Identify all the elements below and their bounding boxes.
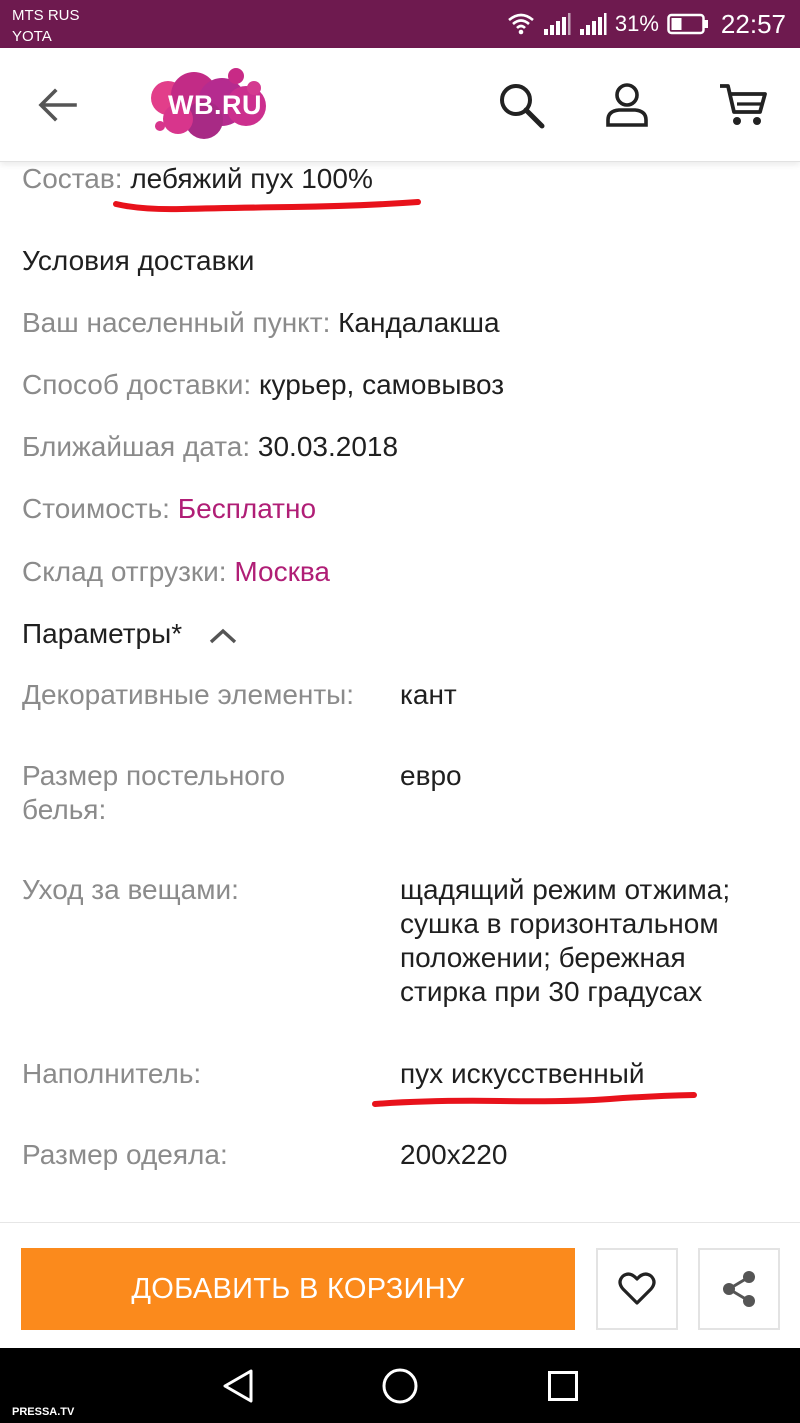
wb-logo[interactable]: WB.RU	[146, 68, 272, 144]
carrier-name-2: YOTA	[12, 28, 52, 45]
red-underline-annotation	[372, 1092, 697, 1107]
delivery-row-label: Способ доставки:	[22, 369, 252, 400]
cart-icon	[720, 84, 767, 125]
delivery-row-value: 30.03.2018	[257, 431, 399, 462]
delivery-row: Способ доставки: курьер, самовывоз	[22, 368, 504, 402]
composition-row: Состав: лебяжий пух 100%	[22, 162, 373, 196]
delivery-title: Условия доставки	[22, 245, 255, 276]
user-icon	[606, 83, 648, 127]
search-icon	[500, 84, 545, 129]
carrier-name-1: MTS RUS	[12, 7, 80, 24]
cart-button[interactable]	[716, 78, 770, 132]
delivery-row-value: курьер, самовывоз	[258, 369, 505, 400]
share-icon	[723, 1271, 755, 1307]
signal-icon	[579, 13, 607, 35]
logo-text: WB.RU	[168, 90, 262, 120]
delivery-row: Склад отгрузки: Москва	[22, 555, 330, 589]
share-button[interactable]	[698, 1248, 780, 1330]
wifi-icon	[508, 13, 534, 35]
params-title: Параметры*	[22, 618, 183, 649]
param-value: 200x220	[400, 1139, 508, 1170]
signal-icon	[543, 13, 571, 35]
nav-back-button[interactable]	[216, 1364, 260, 1408]
delivery-row: Ближайшая дата: 30.03.2018	[22, 430, 398, 464]
delivery-row: Стоимость: Бесплатно	[22, 492, 316, 526]
profile-button[interactable]	[600, 78, 654, 132]
nav-home-button[interactable]	[378, 1364, 422, 1408]
param-label: Наполнитель:	[22, 1058, 202, 1089]
back-button[interactable]	[30, 78, 84, 132]
delivery-row-value: Кандалакша	[338, 307, 500, 338]
params-toggle[interactable]: Параметры*	[22, 617, 238, 651]
delivery-row: Ваш населенный пункт: Кандалакша	[22, 306, 500, 340]
favorite-button[interactable]	[596, 1248, 678, 1330]
chevron-up-icon	[209, 628, 237, 643]
clock: 22:57	[720, 8, 786, 39]
product-page: MTS RUS YOTA 31% 22:57 WB.RU Состав: леб…	[0, 0, 800, 1423]
action-bar: ДОБАВИТЬ В КОРЗИНУ	[0, 1222, 800, 1348]
param-label: Размер постельного белья:	[22, 760, 286, 825]
param-value: пух искусственный	[400, 1058, 645, 1089]
battery-percent: 31%	[614, 11, 659, 36]
product-details: Состав: лебяжий пух 100% Условия доставк…	[0, 162, 800, 1222]
status-icons: 31% 22:57	[507, 8, 786, 40]
heart-icon	[618, 1272, 656, 1305]
search-button[interactable]	[494, 78, 548, 132]
system-nav-bar: PRESSA.TV	[0, 1348, 800, 1423]
warehouse-link[interactable]: Москва	[234, 556, 330, 587]
delivery-row-label: Стоимость:	[22, 493, 170, 524]
param-value: кант	[400, 679, 457, 710]
delivery-row-label: Ваш населенный пункт:	[22, 307, 331, 338]
battery-icon	[667, 13, 708, 35]
param-value: щадящий режим отжима; сушка в горизонтал…	[400, 874, 731, 1007]
back-triangle-icon	[223, 1369, 253, 1403]
param-label: Уход за вещами:	[22, 874, 239, 905]
home-circle-icon	[382, 1368, 418, 1404]
composition-label: Состав:	[22, 163, 123, 194]
app-header: WB.RU	[0, 48, 800, 162]
watermark: PRESSA.TV	[12, 1406, 75, 1418]
delivery-row-value: Бесплатно	[177, 493, 317, 524]
nav-recents-button[interactable]	[541, 1364, 585, 1408]
param-label: Декоративные элементы:	[22, 679, 355, 710]
recents-square-icon	[548, 1371, 578, 1401]
status-bar: MTS RUS YOTA 31% 22:57	[0, 0, 800, 48]
delivery-row-label: Склад отгрузки:	[22, 556, 227, 587]
carrier-info: MTS RUS YOTA	[12, 5, 80, 47]
delivery-row-label: Ближайшая дата:	[22, 431, 251, 462]
param-label: Размер одеяла:	[22, 1139, 228, 1170]
red-underline-annotation	[113, 199, 421, 213]
add-to-cart-button[interactable]: ДОБАВИТЬ В КОРЗИНУ	[21, 1248, 575, 1330]
composition-value: лебяжий пух 100%	[130, 163, 373, 194]
back-arrow-icon	[38, 88, 77, 122]
param-value: евро	[400, 760, 462, 791]
